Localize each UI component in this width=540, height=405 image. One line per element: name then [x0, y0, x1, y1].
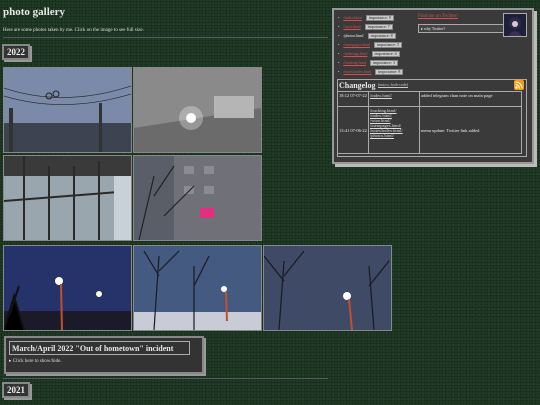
photo-building-night[interactable]	[133, 155, 262, 241]
changelog-title: Changelog	[339, 81, 376, 90]
nav-item-wtoe[interactable]: •/wtoe.html importance: 7	[338, 22, 418, 31]
avatar	[503, 13, 527, 37]
divider	[3, 37, 328, 38]
nav-item-photos: •/photos.html importance: 8	[338, 31, 418, 40]
photo-street-lamp-1[interactable]	[3, 245, 132, 331]
changelog-row: 13:41 07-06-22 /tracking.html/ /index.ht…	[337, 106, 522, 154]
changelog-time: 18:12 07-07-22	[337, 91, 369, 107]
why-twitter-toggle[interactable]: ▸ why Twitter?	[418, 24, 506, 33]
incident-toggle[interactable]: ▸ Click here to show/hide.	[9, 358, 62, 364]
photo-glass-roof[interactable]	[3, 155, 132, 241]
twitter-link[interactable]: Find me on Twitter!	[418, 14, 458, 19]
photo-wires-sky[interactable]	[3, 67, 132, 153]
year-heading-2021: 2021	[2, 382, 30, 398]
incident-title: March/April 2022 "Out of hometown" incid…	[9, 341, 190, 355]
nav-list: •/index.html importance: 9 •/wtoe.html imp…	[338, 13, 418, 76]
divider	[3, 378, 328, 379]
nav-item-webrings[interactable]: •/webrings.html importance: 4	[338, 49, 418, 58]
nav-item-tracking[interactable]: •/tracking.html importance: 3	[338, 58, 418, 67]
changelog-files: /tracking.html/ /index.html/ /wtoe.html/…	[368, 106, 420, 154]
nav-item-mempages[interactable]: •/mempages.html importance: 5	[338, 40, 418, 49]
changelog-time: 13:41 07-06-22	[337, 106, 369, 154]
changelog-text: menu update: Twitter link added	[419, 106, 522, 154]
changelog-links[interactable]: (micro, both-code)	[378, 82, 408, 87]
photo-ceiling-light[interactable]	[133, 67, 262, 153]
photo-street-lamp-2[interactable]	[133, 245, 262, 331]
changelog-table: 18:12 07-07-22 /index.html/ added telegr…	[337, 91, 522, 154]
changelog-text: added telegram chan note on main page	[419, 91, 522, 107]
nav-item-index[interactable]: •/index.html importance: 9	[338, 13, 418, 22]
nav-item-notes[interactable]: •/notes/index.html importance: 8	[338, 67, 418, 76]
year-heading-2022: 2022	[2, 44, 30, 60]
page-subtitle: Here are some photos taken by me. Click …	[3, 28, 144, 33]
changelog-files: /index.html/	[368, 91, 420, 107]
changelog-row: 18:12 07-07-22 /index.html/ added telegr…	[337, 91, 522, 107]
page-title: photo gallery	[3, 6, 66, 18]
rss-icon[interactable]	[514, 80, 524, 90]
photo-street-lamp-3[interactable]	[263, 245, 392, 331]
